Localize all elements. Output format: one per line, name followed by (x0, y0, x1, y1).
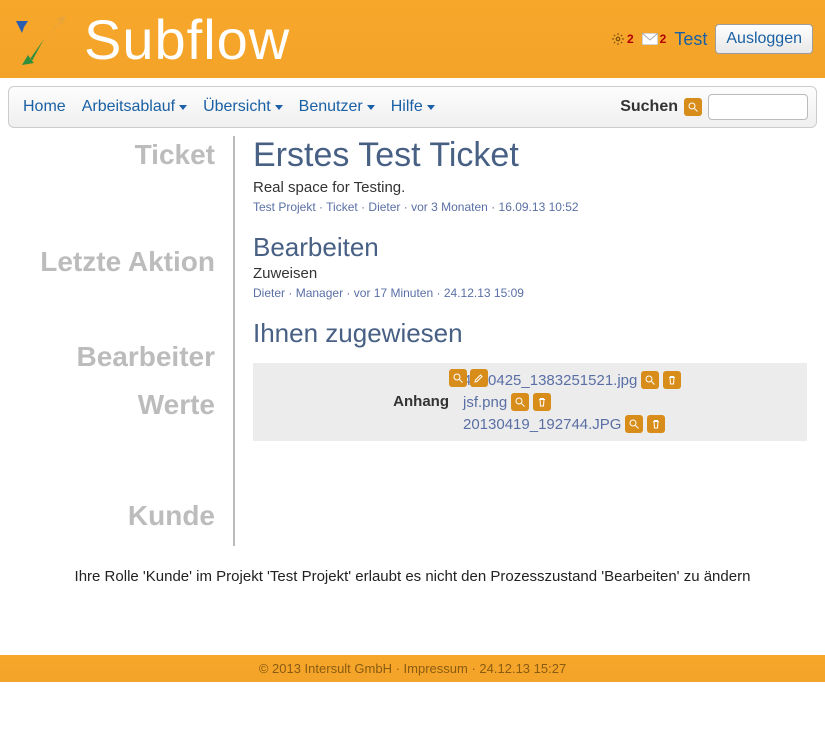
values-search-button[interactable] (449, 369, 467, 387)
header-right: 2 2 Test Ausloggen (611, 24, 813, 54)
arrows-icon (12, 7, 76, 71)
ticket-description: Real space for Testing. (253, 179, 807, 196)
search-input[interactable] (708, 94, 808, 120)
attachment-delete-button[interactable] (663, 371, 681, 389)
mail-notification[interactable]: 2 (642, 32, 667, 46)
chevron-down-icon (427, 105, 435, 110)
last-action-meta-time: 24.12.13 15:09 (437, 286, 524, 300)
header-bar: Subflow 2 2 Test Ausloggen (0, 0, 825, 78)
last-action-meta-user: Dieter (253, 286, 285, 300)
assignee-block: Ihnen zugewiesen (253, 318, 807, 349)
values-box: Anhang 4100425_1383251521.jpg jsf.png 2013… (253, 363, 807, 441)
nav-help-label: Hilfe (391, 98, 423, 116)
section-last-action: Letzte Aktion (18, 247, 215, 278)
trash-icon (536, 396, 548, 408)
attachment-view-button[interactable] (511, 393, 529, 411)
ticket-block: Erstes Test Ticket Real space for Testin… (253, 136, 807, 214)
ticket-meta: Test Projekt Ticket Dieter vor 3 Monaten… (253, 200, 807, 214)
search-icon (687, 101, 699, 113)
chevron-down-icon (275, 105, 283, 110)
ticket-meta-project: Test Projekt (253, 200, 316, 214)
assignee-text: Ihnen zugewiesen (253, 318, 807, 349)
attachment-item: 20130419_192744.JPG (463, 415, 681, 433)
chevron-down-icon (179, 105, 187, 110)
section-customer: Kunde (18, 501, 215, 532)
attachment-list: 4100425_1383251521.jpg jsf.png 20130419_19… (463, 371, 681, 433)
gear-icon (611, 32, 625, 46)
values-label: Anhang (263, 371, 463, 410)
search-icon (514, 396, 526, 408)
ticket-meta-time: 16.09.13 10:52 (491, 200, 578, 214)
chevron-down-icon (367, 105, 375, 110)
footer: © 2013 Intersult GmbH Impressum 24.12.13… (0, 655, 825, 682)
footer-imprint[interactable]: Impressum (396, 661, 468, 676)
ticket-meta-type: Ticket (319, 200, 358, 214)
search-icon (644, 374, 656, 386)
values-edit-button[interactable] (470, 369, 488, 387)
attachment-delete-button[interactable] (533, 393, 551, 411)
last-action-meta: Dieter Manager vor 17 Minuten 24.12.13 1… (253, 286, 807, 300)
search-button[interactable] (684, 98, 702, 116)
last-action-meta-role: Manager (288, 286, 343, 300)
attachment-link[interactable]: 4100425_1383251521.jpg (463, 372, 637, 389)
side-labels: Ticket Letzte Aktion Bearbeiter Werte Ku… (18, 136, 233, 546)
values-block: Anhang 4100425_1383251521.jpg jsf.png 2013… (253, 363, 807, 441)
nav-left: Home Arbeitsablauf Übersicht Benutzer Hi… (17, 94, 441, 120)
search-icon (452, 372, 464, 384)
section-assignee: Bearbeiter (18, 342, 215, 373)
pencil-icon (473, 372, 485, 384)
attachment-link[interactable]: 20130419_192744.JPG (463, 416, 621, 433)
ticket-meta-user: Dieter (361, 200, 400, 214)
nav-workflow-label: Arbeitsablauf (82, 98, 175, 116)
mail-icon (642, 33, 658, 45)
attachment-link[interactable]: jsf.png (463, 394, 507, 411)
last-action-sub: Zuweisen (253, 265, 807, 282)
last-action-block: Bearbeiten Zuweisen Dieter Manager vor 1… (253, 232, 807, 300)
gear-notification[interactable]: 2 (611, 32, 634, 46)
navbar: Home Arbeitsablauf Übersicht Benutzer Hi… (8, 86, 817, 128)
brand-name: Subflow (84, 7, 290, 72)
search-label: Suchen (620, 98, 678, 116)
attachment-view-button[interactable] (641, 371, 659, 389)
permission-message: Ihre Rolle 'Kunde' im Projekt 'Test Proj… (10, 568, 815, 585)
search-icon (628, 418, 640, 430)
attachment-delete-button[interactable] (647, 415, 665, 433)
trash-icon (666, 374, 678, 386)
footer-copyright: © 2013 Intersult GmbH (259, 661, 392, 676)
detail-column: Erstes Test Ticket Real space for Testin… (235, 136, 807, 455)
nav-overview-label: Übersicht (203, 98, 271, 116)
trash-icon (650, 418, 662, 430)
nav-right: Suchen (620, 94, 808, 120)
attachment-item: jsf.png (463, 393, 681, 411)
section-ticket: Ticket (18, 140, 215, 171)
main-content: Ticket Letzte Aktion Bearbeiter Werte Ku… (18, 136, 807, 546)
ticket-meta-age: vor 3 Monaten (404, 200, 488, 214)
nav-home-label: Home (23, 98, 66, 116)
nav-overview[interactable]: Übersicht (197, 94, 289, 120)
logout-button[interactable]: Ausloggen (715, 24, 813, 54)
last-action-title: Bearbeiten (253, 232, 807, 263)
nav-help[interactable]: Hilfe (385, 94, 441, 120)
attachment-item: 4100425_1383251521.jpg (463, 371, 681, 389)
mail-count: 2 (660, 32, 667, 46)
nav-workflow[interactable]: Arbeitsablauf (76, 94, 193, 120)
nav-home[interactable]: Home (17, 94, 72, 120)
username-link[interactable]: Test (674, 29, 707, 50)
footer-time: 24.12.13 15:27 (471, 661, 566, 676)
logo[interactable]: Subflow (12, 7, 290, 72)
last-action-meta-age: vor 17 Minuten (346, 286, 433, 300)
nav-users[interactable]: Benutzer (293, 94, 381, 120)
nav-users-label: Benutzer (299, 98, 363, 116)
gear-count: 2 (627, 32, 634, 46)
attachment-view-button[interactable] (625, 415, 643, 433)
ticket-title: Erstes Test Ticket (253, 136, 807, 175)
section-values: Werte (18, 390, 215, 421)
